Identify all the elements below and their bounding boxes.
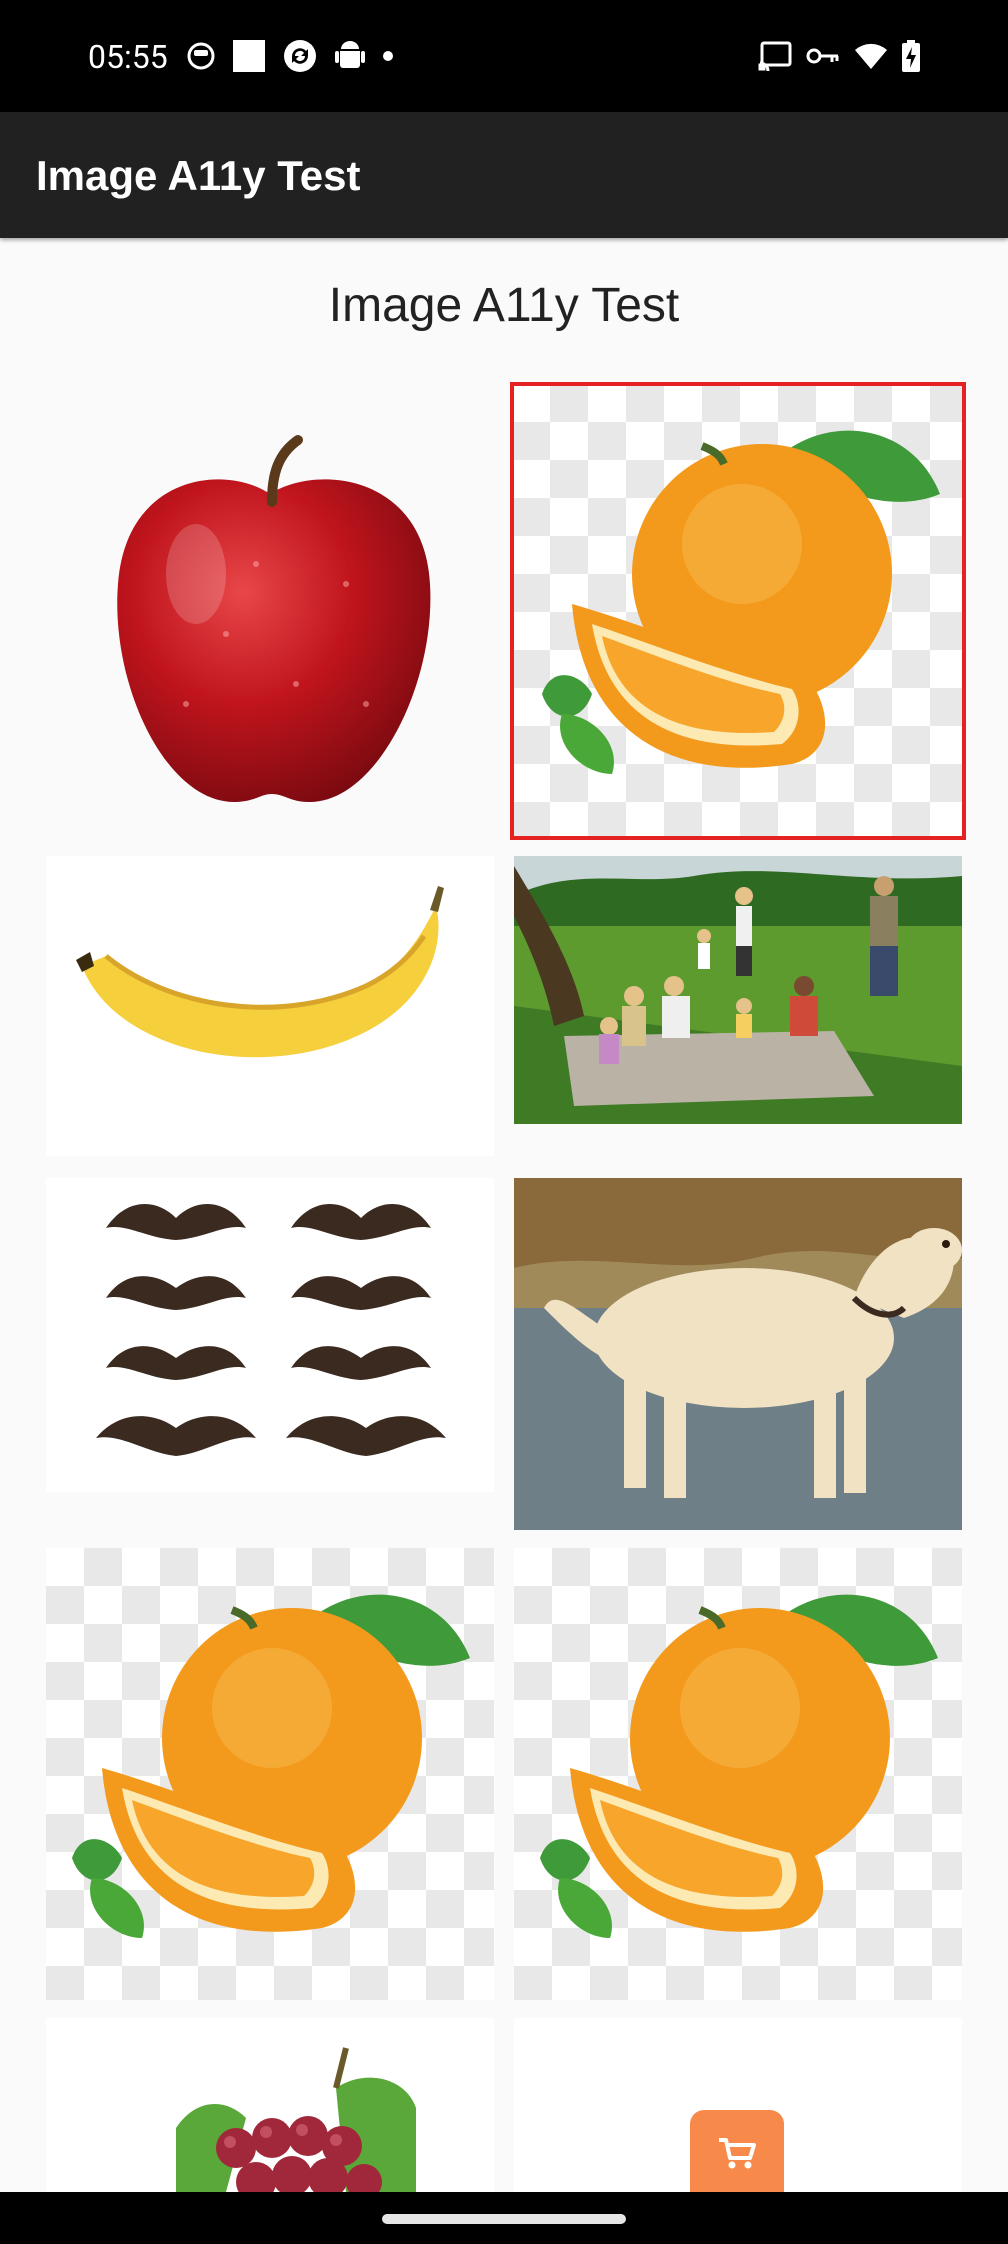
cast-icon: [758, 41, 792, 71]
apple-image[interactable]: [46, 384, 494, 836]
cart-button: [690, 2110, 784, 2192]
app-bar: Image A11y Test: [0, 112, 1008, 238]
home-gesture-handle[interactable]: [382, 2214, 626, 2224]
key-icon: [806, 46, 840, 66]
shopping-cart-image[interactable]: [514, 2018, 962, 2192]
battery-charging-icon: [902, 40, 920, 72]
square-icon: [232, 39, 266, 73]
app-bar-title: Image A11y Test: [36, 152, 361, 199]
shopping-cart-icon: [717, 2136, 757, 2170]
page-title: Image A11y Test: [328, 279, 680, 332]
picnic-photo[interactable]: [514, 856, 962, 1124]
ornaments-image[interactable]: [46, 1178, 494, 1492]
grapes-image[interactable]: [46, 2018, 494, 2192]
wifi-icon: [854, 42, 888, 70]
status-bar: 05:55: [0, 0, 1008, 112]
face-icon: [186, 41, 216, 71]
orange-image-selected[interactable]: [510, 382, 966, 840]
dog-photo[interactable]: [514, 1178, 962, 1530]
dot-icon: [382, 50, 394, 62]
banana-image[interactable]: [46, 856, 494, 1156]
android-icon: [334, 39, 366, 73]
sync-icon: [282, 38, 318, 74]
orange-image[interactable]: [46, 1548, 494, 2000]
orange-image[interactable]: [514, 1548, 962, 2000]
status-time: 05:55: [88, 38, 168, 76]
